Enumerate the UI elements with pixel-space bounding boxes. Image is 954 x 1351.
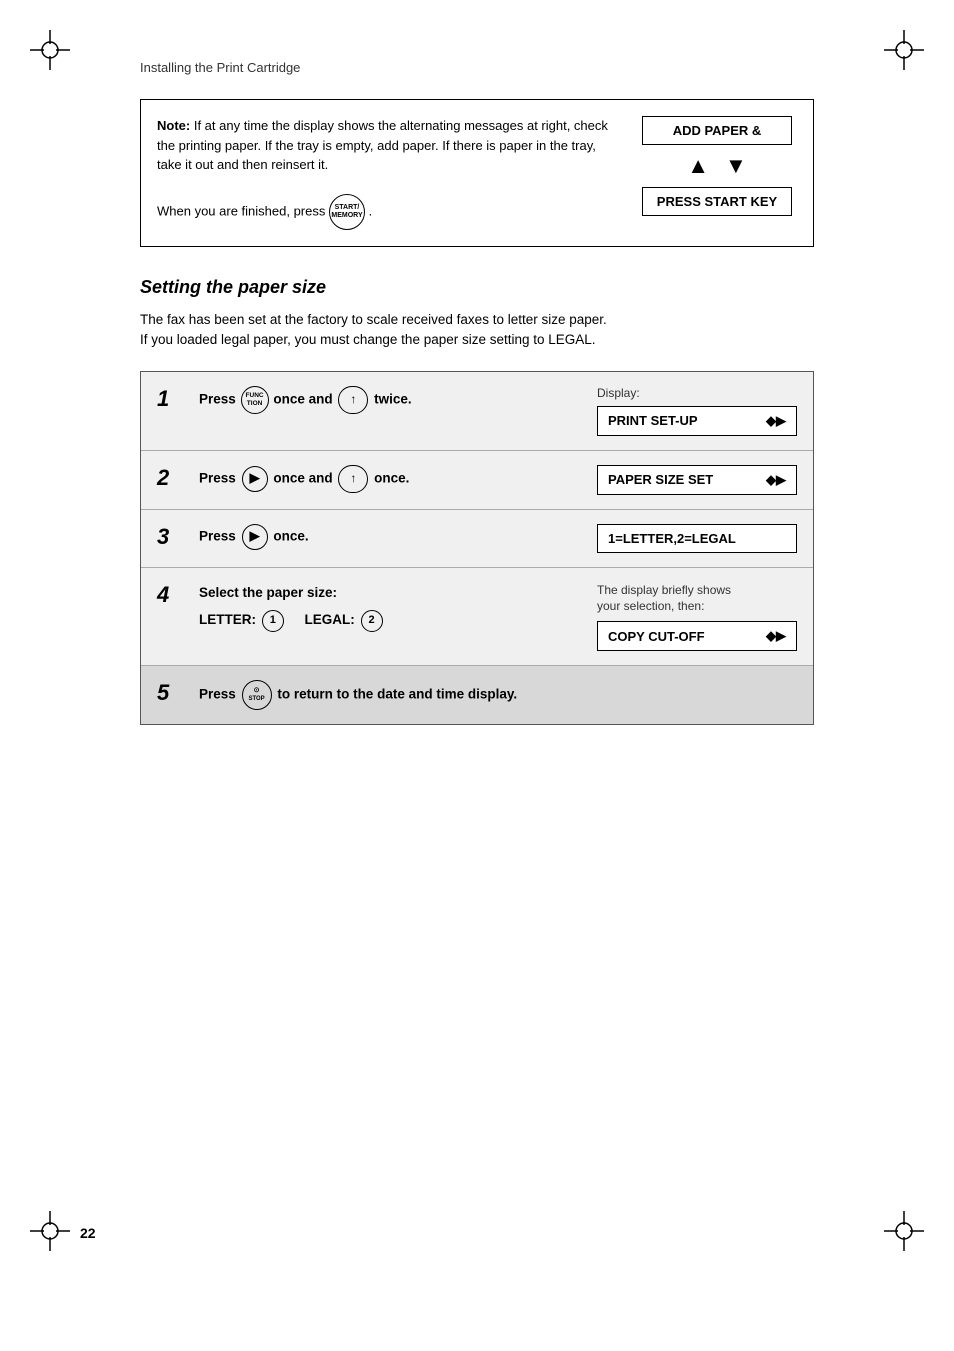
step-2-once-text: once and [273, 470, 332, 485]
step-2-display: PAPER SIZE SET ◆▶ [597, 465, 797, 495]
step-5-return-text: to return to the date and time display. [277, 687, 517, 702]
step-row-1: 1 Press FUNCTION once and ↑ twice. Displ… [141, 372, 813, 451]
step-5-press-text: Press [199, 687, 236, 702]
nav-up-btn-2: ↑ [338, 465, 368, 493]
step-1-lcd-arrow: ◆▶ [766, 413, 786, 429]
step-4-legal-label: LEGAL: [305, 612, 355, 627]
breadcrumb: Installing the Print Cartridge [140, 60, 874, 75]
step-row-3: 3 Press ▶ once. 1=LETTER,2=LEGAL [141, 510, 813, 568]
step-1-twice-text: twice. [374, 391, 412, 406]
letter-key-1: 1 [262, 610, 284, 632]
section-desc-line1: The fax has been set at the factory to s… [140, 310, 814, 330]
step-2-press-text: Press [199, 470, 236, 485]
nav-up-btn-1: ↑ [338, 386, 368, 414]
step-4-display-note: The display briefly shows your selection… [597, 582, 731, 616]
step-row-2: 2 Press ▶ once and ↑ once. PAPER SIZE SE… [141, 451, 813, 510]
note-display-box-1: ADD PAPER & [642, 116, 792, 145]
note-finish-suffix: . [369, 203, 373, 218]
note-body-text: If at any time the display shows the alt… [157, 118, 608, 172]
start-memory-button-icon: START/MEMORY [329, 194, 365, 230]
step-1-display: Display: PRINT SET-UP ◆▶ [597, 386, 797, 436]
up-arrow-icon: ▲ [687, 153, 709, 179]
legal-key-2: 2 [361, 610, 383, 632]
page-number: 22 [80, 1225, 96, 1241]
step-4-lcd-text: COPY CUT-OFF [608, 629, 705, 644]
step-3-display: 1=LETTER,2=LEGAL [597, 524, 797, 553]
step-1-press-text: Press [199, 391, 236, 406]
step-1-once-text: once and [273, 391, 332, 406]
note-text-area: Note: If at any time the display shows t… [157, 116, 617, 230]
corner-mark-tr [884, 30, 924, 70]
step-1-content: Press FUNCTION once and ↑ twice. [199, 386, 581, 414]
step-2-lcd-arrow: ◆▶ [766, 472, 786, 488]
step-4-options: LETTER: 1 LEGAL: 2 [199, 609, 581, 631]
function-key-icon: FUNCTION [241, 386, 269, 414]
step-number-1: 1 [157, 386, 183, 412]
steps-table: 1 Press FUNCTION once and ↑ twice. Displ… [140, 371, 814, 726]
step-2-content: Press ▶ once and ↑ once. [199, 465, 581, 493]
step-1-lcd: PRINT SET-UP ◆▶ [597, 406, 797, 436]
step-4-select-label: Select the paper size: [199, 582, 581, 604]
step-2-lcd-text: PAPER SIZE SET [608, 472, 713, 487]
step-3-lcd-text: 1=LETTER,2=LEGAL [608, 531, 736, 546]
corner-mark-br [884, 1211, 924, 1251]
step-3-once-text: once. [273, 528, 308, 543]
note-paragraph: Note: If at any time the display shows t… [157, 116, 617, 175]
down-arrow-icon: ▼ [725, 153, 747, 179]
corner-mark-bl [30, 1211, 70, 1251]
step-4-note2: your selection, then: [597, 599, 704, 613]
note-display-area: ADD PAPER & ▲ ▼ PRESS START KEY [637, 116, 797, 230]
nav-right-btn-3: ▶ [242, 524, 268, 550]
stop-button-icon: ⊙STOP [242, 680, 272, 710]
note-finish-prefix: When you are finished, press [157, 203, 325, 218]
step-number-3: 3 [157, 524, 183, 550]
step-3-lcd: 1=LETTER,2=LEGAL [597, 524, 797, 553]
step-3-content: Press ▶ once. [199, 524, 581, 550]
step-4-display: The display briefly shows your selection… [597, 582, 797, 652]
step-2-once2-text: once. [374, 470, 409, 485]
nav-right-btn-2a: ▶ [242, 466, 268, 492]
step-4-lcd-arrow: ◆▶ [766, 628, 786, 644]
step-number-2: 2 [157, 465, 183, 491]
section-heading: Setting the paper size [140, 277, 814, 298]
step-4-lcd: COPY CUT-OFF ◆▶ [597, 621, 797, 651]
step-4-letter-label: LETTER: [199, 612, 256, 627]
step-4-note1: The display briefly shows [597, 583, 731, 597]
step-2-lcd: PAPER SIZE SET ◆▶ [597, 465, 797, 495]
step-4-content: Select the paper size: LETTER: 1 LEGAL: … [199, 582, 581, 632]
section-description: The fax has been set at the factory to s… [140, 310, 814, 351]
step-5-content: Press ⊙STOP to return to the date and ti… [199, 680, 517, 710]
step-1-lcd-text: PRINT SET-UP [608, 413, 698, 428]
step-number-4: 4 [157, 582, 183, 608]
note-display-box-2: PRESS START KEY [642, 187, 792, 216]
step-3-press-text: Press [199, 528, 236, 543]
note-arrows: ▲ ▼ [687, 153, 747, 179]
corner-mark-tl [30, 30, 70, 70]
section-desc-line2: If you loaded legal paper, you must chan… [140, 330, 814, 350]
step-number-5: 5 [157, 680, 183, 706]
note-box: Note: If at any time the display shows t… [140, 99, 814, 247]
step-row-4: 4 Select the paper size: LETTER: 1 LEGAL… [141, 568, 813, 667]
page: Installing the Print Cartridge Note: If … [0, 0, 954, 1351]
step-row-5: 5 Press ⊙STOP to return to the date and … [141, 666, 813, 724]
step-1-display-label: Display: [597, 386, 640, 400]
note-label: Note: [157, 118, 190, 133]
note-finish-text: When you are finished, press START/MEMOR… [157, 194, 617, 230]
